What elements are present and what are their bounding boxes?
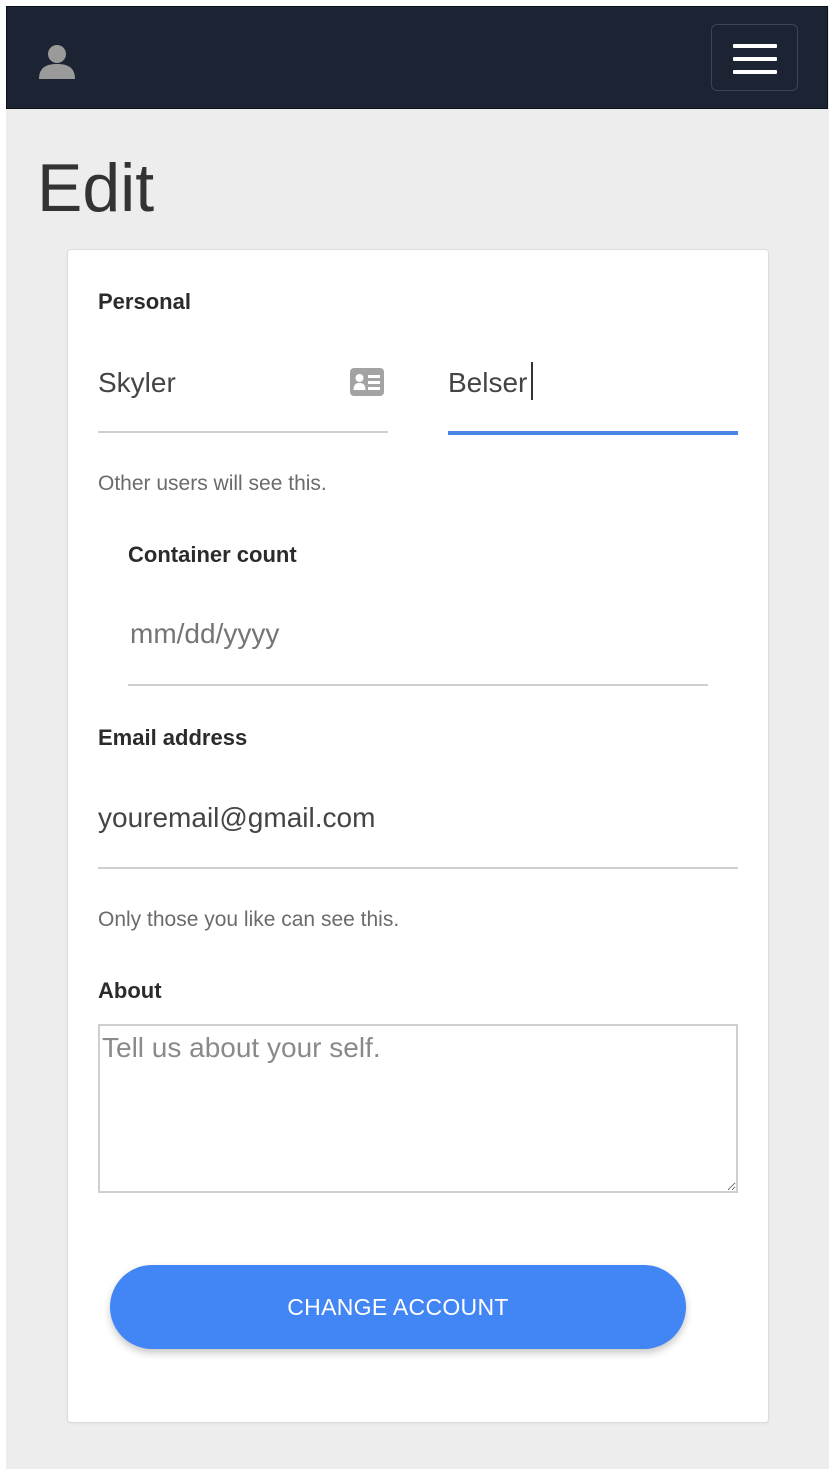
about-textarea[interactable]	[98, 1024, 738, 1193]
change-account-button[interactable]: CHANGE ACCOUNT	[110, 1265, 686, 1349]
container-count-field	[128, 608, 708, 686]
container-count-input[interactable]	[128, 608, 708, 660]
personal-label: Personal	[98, 289, 191, 314]
email-field	[98, 792, 738, 869]
hamburger-bar	[733, 70, 777, 74]
about-label: About	[98, 978, 162, 1003]
email-label: Email address	[98, 725, 248, 750]
last-name-field	[448, 357, 738, 435]
container-count-label: Container count	[128, 542, 297, 567]
page-title: Edit	[37, 150, 155, 226]
user-icon[interactable]	[37, 41, 77, 81]
text-caret	[531, 362, 533, 400]
contact-card-icon	[350, 368, 384, 396]
first-name-field	[98, 357, 388, 433]
email-input[interactable]	[98, 792, 738, 844]
hamburger-menu-button[interactable]	[711, 24, 798, 91]
hamburger-menu-icon	[733, 44, 777, 48]
hamburger-bar	[733, 57, 777, 61]
personal-help-text: Other users will see this.	[98, 472, 327, 495]
email-help-text: Only those you like can see this.	[98, 908, 400, 931]
last-name-input[interactable]	[448, 357, 738, 409]
top-navbar	[6, 6, 828, 109]
first-name-input[interactable]	[98, 357, 388, 409]
